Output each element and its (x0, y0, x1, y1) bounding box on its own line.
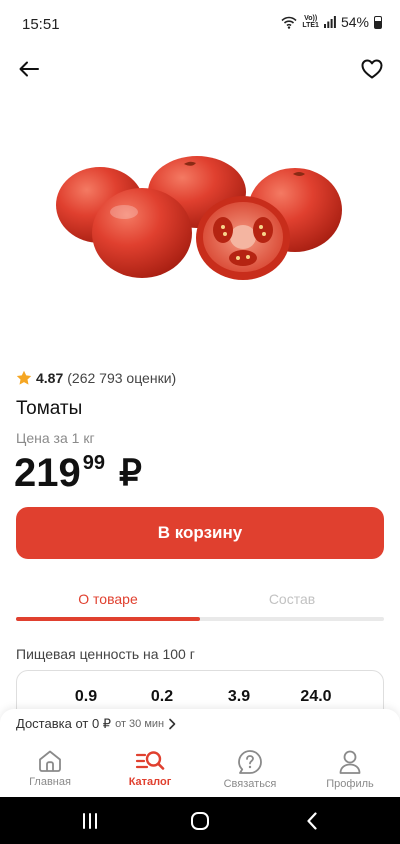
home-circle-icon (191, 812, 209, 830)
nav-item-catalog[interactable]: Каталог (100, 739, 200, 797)
delivery-time: от 30 мин (115, 718, 165, 730)
rating-value: 4.87 (36, 370, 64, 386)
nav-label-contact: Связаться (223, 778, 277, 790)
profile-icon (339, 750, 361, 774)
signal-icon (323, 16, 336, 28)
price-label: Цена за 1 кг (16, 430, 95, 446)
bottom-navigation: Главная Каталог Связаться Профиль (0, 739, 400, 797)
battery-icon (374, 15, 382, 29)
product-image (56, 156, 342, 280)
nav-item-contact[interactable]: Связаться (200, 739, 300, 797)
system-navigation-bar (0, 797, 400, 844)
nav-item-profile[interactable]: Профиль (300, 739, 400, 797)
favorite-button[interactable] (356, 53, 388, 85)
nutrition-value-kcal: 24.0 (300, 688, 332, 705)
recent-apps-button[interactable] (76, 807, 104, 835)
tab-active-indicator (16, 617, 200, 621)
price-integer: 219 (14, 451, 81, 495)
home-system-button[interactable] (186, 807, 214, 835)
recent-apps-icon (83, 813, 97, 829)
nav-label-home: Главная (29, 776, 71, 788)
product-tabs: О товаре Состав (16, 586, 384, 622)
delivery-bar[interactable]: Доставка от 0 ₽ от 30 мин (0, 709, 400, 739)
nav-label-catalog: Каталог (128, 776, 172, 788)
nutrition-value-proteins: 0.9 (74, 688, 98, 705)
nutrition-title: Пищевая ценность на 100 г (16, 646, 195, 662)
back-system-button[interactable] (298, 807, 326, 835)
status-bar: 15:51 Vo)) LTE1 54% (0, 0, 400, 48)
lte-indicator: Vo)) LTE1 (302, 15, 319, 29)
chevron-left-icon (307, 812, 317, 830)
catalog-icon (135, 751, 165, 770)
wifi-icon (281, 16, 297, 29)
product-title: Томаты (16, 398, 83, 419)
volte-label: Vo)) (304, 15, 318, 22)
tab-about[interactable]: О товаре (16, 586, 200, 616)
battery-percent: 54% (340, 14, 369, 30)
price: 219 99 ₽ (14, 449, 142, 497)
delivery-price: Доставка от 0 ₽ (16, 716, 112, 731)
help-icon (238, 750, 262, 774)
lte-label: LTE1 (302, 22, 319, 29)
chevron-right-icon (169, 718, 176, 730)
nutrition-value-fats: 0.2 (150, 688, 174, 705)
rating-row[interactable]: 4.87 (262 793 оценки) (16, 370, 176, 386)
tab-composition[interactable]: Состав (200, 586, 384, 616)
tomato-front (92, 188, 192, 278)
status-time: 15:51 (22, 16, 60, 33)
add-to-cart-button[interactable]: В корзину (16, 507, 384, 559)
arrow-left-icon (19, 61, 39, 77)
price-currency: ₽ (119, 452, 142, 493)
price-decimal: 99 (82, 452, 105, 474)
nutrition-value-carbs: 3.9 (227, 688, 251, 705)
nav-label-profile: Профиль (326, 778, 374, 790)
home-icon (39, 750, 61, 772)
nav-item-home[interactable]: Главная (0, 739, 100, 797)
heart-icon (361, 59, 383, 79)
rating-count: (262 793 оценки) (67, 370, 177, 386)
status-indicators: Vo)) LTE1 54% (281, 14, 382, 30)
star-icon (16, 370, 32, 385)
back-button[interactable] (13, 53, 45, 85)
